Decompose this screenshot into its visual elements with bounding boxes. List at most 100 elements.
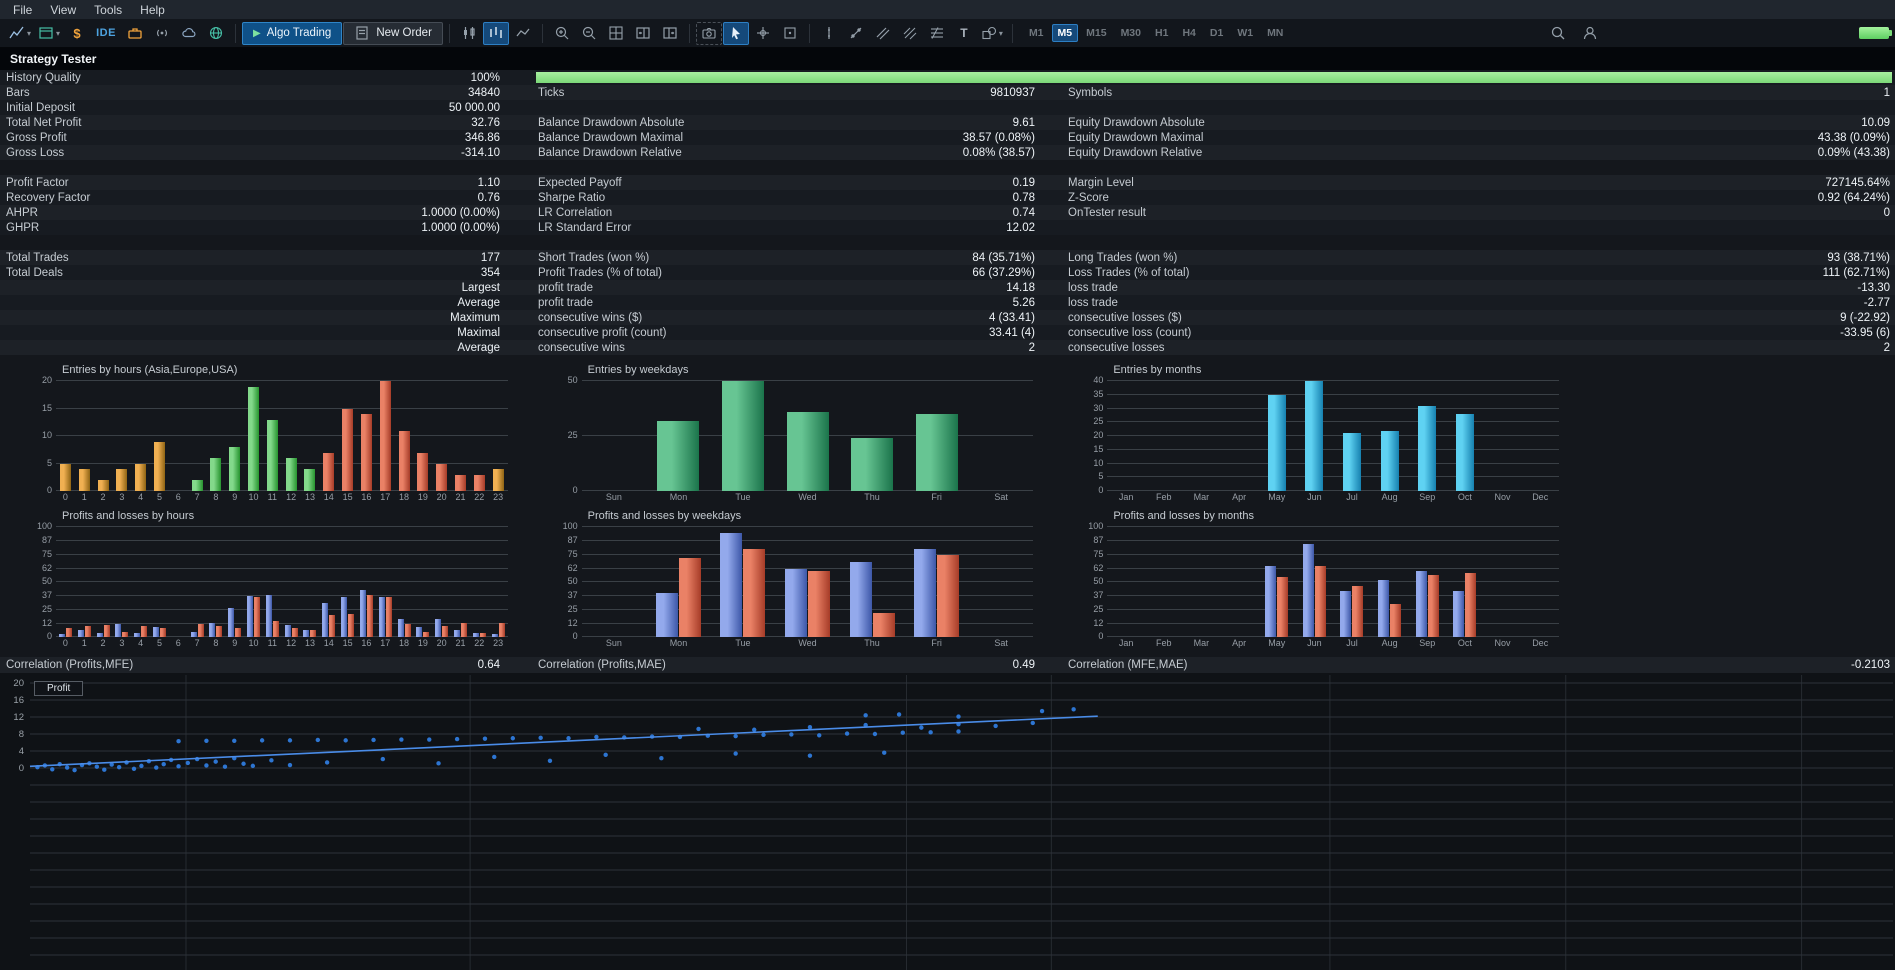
bars bbox=[56, 381, 508, 491]
cursor-button[interactable] bbox=[722, 21, 749, 45]
x-tick-label: 20 bbox=[436, 492, 447, 502]
bar bbox=[473, 474, 485, 491]
bar bbox=[655, 593, 678, 637]
stats-value: Largest bbox=[461, 281, 500, 294]
zoom-out-icon bbox=[582, 26, 596, 40]
candles-chart-button[interactable] bbox=[456, 22, 482, 45]
stats-cell: consecutive wins ($) 4 (33.41) bbox=[505, 312, 1040, 324]
vertical-line-tool-button[interactable] bbox=[816, 22, 842, 45]
toolbox-button[interactable] bbox=[122, 22, 148, 45]
x-tick-label: 4 bbox=[138, 638, 144, 648]
new-chart-button[interactable]: ▾ bbox=[6, 22, 34, 45]
bar-slot bbox=[840, 381, 905, 491]
bars bbox=[582, 527, 1034, 637]
stats-label: Expected Payoff bbox=[538, 176, 622, 189]
bar bbox=[436, 463, 448, 491]
zoom-in-button[interactable] bbox=[549, 22, 575, 45]
correlation-profits-mae: Correlation (Profits,MAE) 0.49 bbox=[505, 659, 1040, 671]
timeframe-w1[interactable]: W1 bbox=[1231, 24, 1259, 42]
menu-file[interactable]: File bbox=[4, 2, 41, 18]
crosshair-button[interactable] bbox=[750, 22, 776, 45]
bar bbox=[216, 626, 223, 637]
ide-button[interactable]: IDE bbox=[91, 22, 121, 45]
chevron-down-icon: ▾ bbox=[27, 28, 32, 38]
menu-help[interactable]: Help bbox=[131, 2, 174, 18]
bar bbox=[460, 622, 467, 637]
new-order-button[interactable]: New Order bbox=[343, 21, 443, 45]
community-button[interactable] bbox=[203, 22, 229, 45]
bar-slot bbox=[188, 381, 207, 491]
bar-slot bbox=[1408, 527, 1446, 637]
bars-icon bbox=[490, 27, 502, 38]
auto-scroll-button[interactable] bbox=[657, 22, 683, 45]
x-tick-label: Feb bbox=[1156, 492, 1172, 502]
pitchfork-tool-button[interactable] bbox=[897, 22, 923, 45]
y-axis: 0 12 25 37 50 62 75 87 100 bbox=[1081, 521, 1107, 641]
toolbar-separator bbox=[688, 23, 690, 43]
y-tick-label: 5 bbox=[1098, 471, 1104, 482]
bar-slot bbox=[75, 527, 94, 637]
timeframe-m1[interactable]: M1 bbox=[1023, 24, 1050, 42]
timeframe-mn[interactable]: MN bbox=[1261, 24, 1289, 42]
y-tick-label: 20 bbox=[1093, 430, 1104, 440]
timeframe-m15[interactable]: M15 bbox=[1080, 24, 1112, 42]
bar-slot bbox=[451, 381, 470, 491]
timeframe-m5[interactable]: M5 bbox=[1051, 24, 1079, 42]
screenshot-button[interactable] bbox=[695, 21, 722, 45]
bar bbox=[65, 628, 72, 637]
search-button[interactable] bbox=[1545, 22, 1571, 45]
stats-value: 43.38 (0.09%) bbox=[1817, 131, 1890, 144]
bar bbox=[359, 589, 366, 637]
y-tick-label: 87 bbox=[41, 535, 52, 546]
bar-slot bbox=[94, 527, 113, 637]
y-tick-label: 35 bbox=[1093, 388, 1104, 399]
shapes-tool-button[interactable]: ▾ bbox=[978, 22, 1006, 45]
chevron-down-icon: ▾ bbox=[56, 28, 61, 38]
x-tick-label: 2 bbox=[100, 492, 106, 502]
menu-tools[interactable]: Tools bbox=[85, 2, 131, 18]
cloud-button[interactable] bbox=[176, 22, 202, 45]
text-tool-button[interactable]: T bbox=[951, 22, 977, 45]
correlation-label: Correlation (MFE,MAE) bbox=[1068, 659, 1188, 671]
bar-slot bbox=[1296, 527, 1334, 637]
x-tick-label: 2 bbox=[100, 638, 106, 648]
x-tick-label: Jul bbox=[1346, 638, 1358, 648]
timeframe-h4[interactable]: H4 bbox=[1176, 24, 1201, 42]
timeframe-m30[interactable]: M30 bbox=[1115, 24, 1147, 42]
plot-wrap: Sun Mon Tue Wed Thu Fri Sat bbox=[581, 379, 1040, 505]
x-axis: Sun Mon Tue Wed Thu Fri Sat bbox=[582, 492, 1034, 505]
grid-toggle-button[interactable] bbox=[603, 22, 629, 45]
fibonacci-tool-button[interactable] bbox=[924, 22, 950, 45]
x-tick-label: 5 bbox=[156, 638, 162, 648]
menu-view[interactable]: View bbox=[41, 2, 85, 18]
stats-value: 14.18 bbox=[1006, 281, 1035, 294]
line-chart-type-button[interactable] bbox=[510, 22, 536, 45]
stats-cell: Loss Trades (% of total) 111 (62.71%) bbox=[1040, 267, 1895, 279]
correlation-value: 0.49 bbox=[1012, 659, 1035, 671]
x-axis: Jan Feb Mar Apr May Jun Jul Aug Sep Oct Nov Dec bbox=[1107, 492, 1559, 505]
tab-strategy-tester[interactable]: Strategy Tester bbox=[0, 52, 96, 66]
timeframe-h1[interactable]: H1 bbox=[1149, 24, 1174, 42]
x-axis: Jan Feb Mar Apr May Jun Jul Aug Sep Oct Nov Dec bbox=[1107, 638, 1559, 651]
stats-value: 66 (37.29%) bbox=[972, 266, 1035, 279]
chart-profiles-button[interactable]: ▾ bbox=[35, 22, 63, 45]
toolbox-icon bbox=[128, 28, 142, 39]
stats-label: Bars bbox=[6, 86, 30, 99]
bars-chart-button[interactable] bbox=[482, 21, 509, 45]
timeframe-d1[interactable]: D1 bbox=[1204, 24, 1229, 42]
chart-shift-button[interactable] bbox=[630, 22, 656, 45]
trendline-tool-button[interactable] bbox=[843, 22, 869, 45]
bar-slot bbox=[1521, 381, 1559, 491]
channel-tool-button[interactable] bbox=[870, 22, 896, 45]
zoom-out-button[interactable] bbox=[576, 22, 602, 45]
signals-button[interactable] bbox=[149, 22, 175, 45]
objects-list-button[interactable] bbox=[777, 22, 803, 45]
algo-trading-button[interactable]: ▶ Algo Trading bbox=[242, 21, 343, 45]
account-button[interactable] bbox=[1577, 22, 1603, 45]
bar-slot bbox=[244, 527, 263, 637]
stats-value: 346.86 bbox=[464, 131, 500, 144]
stats-value: 0.78 bbox=[1012, 191, 1035, 204]
stats-value: 1.0000 (0.00%) bbox=[421, 221, 500, 234]
market-watch-button[interactable]: $ bbox=[64, 22, 90, 45]
bar bbox=[1380, 430, 1399, 491]
